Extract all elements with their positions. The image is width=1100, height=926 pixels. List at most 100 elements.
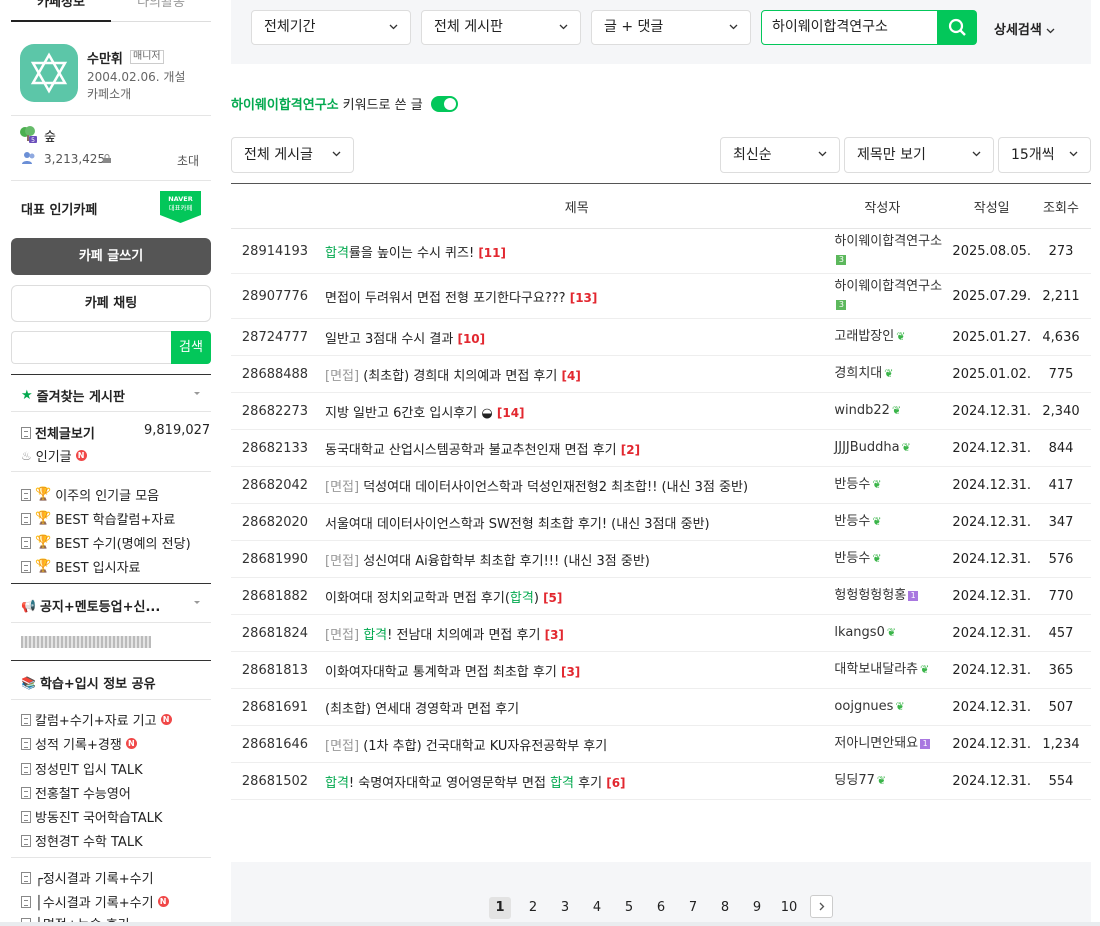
board-jeongsi-result[interactable]: ┌정시결과 기록+수기	[21, 868, 154, 887]
comment-count[interactable]: [14]	[497, 406, 525, 420]
post-title-link[interactable]: [면접] 성신여대 Ai융합학부 최초합 후기!!! (내신 3점 중반)	[319, 540, 835, 578]
post-author[interactable]: 반등수 ❦	[834, 540, 953, 578]
board-best-weekly[interactable]: 🏆 이주의 인기글 모음	[21, 485, 159, 504]
post-filter-select[interactable]: 전체 게시글	[231, 137, 354, 173]
board-susi-result[interactable]: │수시결과 기록+수기 N	[21, 892, 169, 911]
table-row[interactable]: 28682273 지방 일반고 6간호 입시후기 ◒ [14] windb22 ❦ 20…	[231, 392, 1091, 430]
search-button[interactable]	[938, 10, 977, 45]
board-best-essay[interactable]: 🏆 BEST 수기(명예의 전당)	[21, 533, 191, 552]
comment-count[interactable]: [2]	[621, 443, 640, 457]
cafe-chat-button[interactable]: 카페 채팅	[11, 285, 211, 322]
post-title-link[interactable]: 면접이 두려워서 면접 전형 포기한다구요??? [13]	[319, 273, 835, 319]
blurred-board-item[interactable]	[21, 636, 151, 648]
notice-group-title[interactable]: 📢 공지+멘토등업+신...	[21, 596, 160, 616]
post-author[interactable]: oojgnues ❦	[834, 688, 953, 726]
page-link[interactable]: 3	[554, 897, 576, 919]
board-best-admission[interactable]: 🏆 BEST 입시자료	[21, 557, 141, 576]
comment-count[interactable]: [6]	[606, 776, 625, 790]
post-title-link[interactable]: 이화여자대학교 통계학과 면접 최초합 후기 [3]	[319, 651, 835, 689]
invite-link[interactable]: 초대	[177, 152, 199, 169]
page-link[interactable]: 9	[746, 897, 768, 919]
post-author[interactable]: 하이웨이합격연구소 3	[834, 273, 953, 319]
post-title-link[interactable]: 서울여대 데이터사이언스학과 SW전형 최초합 후기! (내신 3점대 중반)	[319, 503, 835, 541]
post-author[interactable]: windb22 ❦	[834, 392, 953, 430]
post-author[interactable]: 저아니면안돼요 1	[834, 725, 953, 763]
tab-my-activity[interactable]: 나의활동	[111, 0, 211, 22]
table-row[interactable]: 28682042 [면접] 덕성여대 데이터사이언스학과 덕성인재전형2 최초합!…	[231, 466, 1091, 504]
cafe-logo[interactable]	[20, 44, 78, 102]
post-author[interactable]: 반등수 ❦	[834, 503, 953, 541]
comment-count[interactable]: [3]	[561, 665, 580, 679]
post-author[interactable]: 반등수 ❦	[834, 466, 953, 504]
table-row[interactable]: 28681691 (최초합) 연세대 경영학과 면접 후기 oojgnues ❦ 202…	[231, 688, 1091, 726]
fav-boards-title[interactable]: ★ 즐겨찾는 게시판	[21, 386, 125, 405]
sort-select[interactable]: 최신순	[720, 137, 840, 173]
post-title-link[interactable]: (최초합) 연세대 경영학과 면접 후기	[319, 688, 835, 726]
board-select[interactable]: 전체 게시판	[421, 10, 581, 45]
page-link[interactable]: 8	[714, 897, 736, 919]
post-title-link[interactable]: 합격! 숙명여자대학교 영어영문학부 면접 합격 후기 [6]	[319, 762, 835, 800]
table-row[interactable]: 28724777 일반고 3점대 수시 결과 [10] 고래밥장인 ❦ 2025.01.…	[231, 318, 1091, 356]
caret-down-icon[interactable]	[192, 600, 202, 606]
post-author[interactable]: lkangs0 ❦	[834, 614, 953, 652]
post-title-link[interactable]: [면접] (최초합) 경희대 치의예과 면접 후기 [4]	[319, 355, 835, 393]
post-author[interactable]: 헝헝헝헝헝홍 1	[834, 577, 953, 615]
comment-count[interactable]: [4]	[561, 369, 580, 383]
board-best-column[interactable]: 🏆 BEST 학습칼럼+자료	[21, 509, 175, 528]
cafe-write-button[interactable]: 카페 글쓰기	[11, 238, 211, 275]
post-author[interactable]: 경희치대 ❦	[834, 355, 953, 393]
board-math-jhk[interactable]: 정현경T 수학 TALK	[21, 831, 143, 850]
post-title-link[interactable]: 동국대학교 산업시스템공학과 불교추천인재 면접 후기 [2]	[319, 429, 835, 467]
sidebar-search-input[interactable]	[11, 331, 171, 364]
board-score-record[interactable]: 성적 기록+경쟁 N	[21, 734, 137, 753]
board-all[interactable]: 전체글보기	[21, 423, 95, 442]
post-title-link[interactable]: 지방 일반고 6간호 입시후기 ◒ [14]	[319, 392, 835, 430]
table-row[interactable]: 28682020 서울여대 데이터사이언스학과 SW전형 최초합 후기! (내신 …	[231, 503, 1091, 541]
page-link[interactable]: 7	[682, 897, 704, 919]
table-row[interactable]: 28681646 [면접] (1차 추합) 건국대학교 KU자유전공학부 후기 저아…	[231, 725, 1091, 763]
detail-search-toggle[interactable]: 상세검색	[994, 19, 1055, 38]
bottom-scroll-bar[interactable]	[0, 922, 1100, 926]
post-title-link[interactable]: 이화여대 정치외교학과 면접 후기(합격) [5]	[319, 577, 835, 615]
page-link[interactable]: 5	[618, 897, 640, 919]
cafe-intro-link[interactable]: 카페소개	[87, 85, 131, 102]
search-input[interactable]: 하이웨이합격연구소	[761, 10, 938, 45]
table-row[interactable]: 28914193 합격률을 높이는 수시 퀴즈! [11] 하이웨이합격연구소3 20…	[231, 228, 1091, 274]
post-author[interactable]: 딩딩77 ❦	[834, 762, 953, 800]
table-row[interactable]: 28682133 동국대학교 산업시스템공학과 불교추천인재 면접 후기 [2] J…	[231, 429, 1091, 467]
comment-count[interactable]: [11]	[478, 246, 506, 260]
table-row[interactable]: 28688488 [면접] (최초합) 경희대 치의예과 면접 후기 [4] 경희치…	[231, 355, 1091, 393]
post-author[interactable]: 고래밥장인 ❦	[834, 318, 953, 356]
table-row[interactable]: 28681824 [면접] 합격! 전남대 치의예과 면접 후기 [3] lkang…	[231, 614, 1091, 652]
share-group-title[interactable]: 📚 학습+입시 정보 공유	[21, 673, 156, 693]
post-title-link[interactable]: [면접] (1차 추합) 건국대학교 KU자유전공학부 후기	[319, 725, 835, 763]
manager-name[interactable]: 수만휘	[87, 48, 123, 67]
post-title-link[interactable]: [면접] 합격! 전남대 치의예과 면접 후기 [3]	[319, 614, 835, 652]
comment-count[interactable]: [13]	[570, 291, 598, 305]
page-link[interactable]: 6	[650, 897, 672, 919]
page-link[interactable]: 4	[586, 897, 608, 919]
next-page-button[interactable]	[810, 895, 833, 918]
post-title-link[interactable]: 일반고 3점대 수시 결과 [10]	[319, 318, 835, 356]
post-author[interactable]: 대학보내달라츄 ❦	[834, 651, 953, 689]
board-column-contribute[interactable]: 칼럼+수기+자료 기고 N	[21, 710, 172, 729]
search-type-select[interactable]: 글 + 댓글	[591, 10, 751, 45]
table-row[interactable]: 28681813 이화여자대학교 통계학과 면접 최초합 후기 [3] 대학보내달라…	[231, 651, 1091, 689]
period-select[interactable]: 전체기간	[251, 10, 411, 45]
page-link[interactable]: 1	[489, 897, 511, 919]
board-popular[interactable]: ♨ 인기글 N	[21, 446, 87, 465]
table-row[interactable]: 28681882 이화여대 정치외교학과 면접 후기(합격) [5] 헝헝헝헝헝홍 1…	[231, 577, 1091, 615]
board-interview-review[interactable]: │면접+논술 후기	[21, 914, 130, 922]
caret-down-icon[interactable]	[192, 391, 202, 397]
sidebar-search-button[interactable]: 검색	[171, 331, 211, 364]
table-row[interactable]: 28681990 [면접] 성신여대 Ai융합학부 최초합 후기!!! (내신 3…	[231, 540, 1091, 578]
table-row[interactable]: 28907776 면접이 두려워서 면접 전형 포기한다구요??? [13] 하이웨…	[231, 273, 1091, 319]
board-korean-bdj[interactable]: 방동진T 국어학습TALK	[21, 807, 162, 826]
comment-count[interactable]: [5]	[543, 591, 562, 605]
post-title-link[interactable]: 합격률을 높이는 수시 퀴즈! [11]	[319, 228, 835, 274]
board-english-jhc[interactable]: 전홍철T 수능영어	[21, 783, 131, 802]
keyword-toggle[interactable]	[430, 95, 458, 112]
view-mode-select[interactable]: 제목만 보기	[844, 137, 994, 173]
tab-cafe-info[interactable]: 카페정보	[11, 0, 111, 22]
table-row[interactable]: 28681502 합격! 숙명여자대학교 영어영문학부 면접 합격 후기 [6] 딩…	[231, 762, 1091, 800]
